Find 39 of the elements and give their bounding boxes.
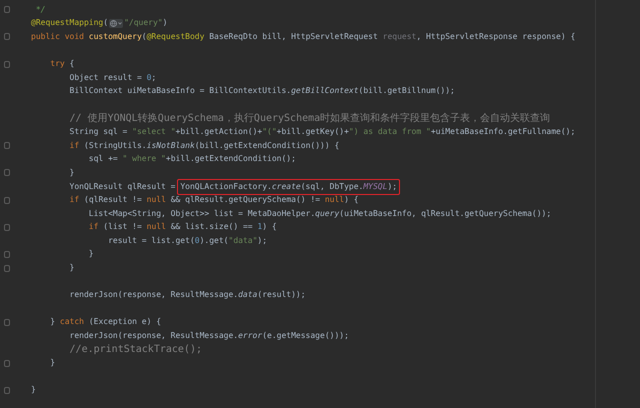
code-line: String sql = "select "+bill.getAction()+"("+bill.getKey()+") as data from "+uiMetaBaseInfo.getFullname(); bbox=[68, 126, 576, 138]
fold-icon[interactable] bbox=[4, 224, 10, 231]
globe-icon[interactable] bbox=[109, 18, 124, 28]
code-line: try { bbox=[49, 58, 74, 70]
highlight-box: YonQLActionFactory.create(sql, DbType.MYSQL); bbox=[177, 178, 400, 195]
code-line: renderJson(response, ResultMessage.error(e.getMessage())); bbox=[68, 330, 349, 342]
code-line: } bbox=[31, 384, 36, 396]
fold-icon[interactable] bbox=[4, 6, 10, 14]
fold-icon[interactable] bbox=[4, 142, 10, 150]
code-text: "/query") bbox=[124, 17, 168, 30]
code-line: public void customQuery(@RequestBody BaseReqDto bill, HttpServletRequest request, HttpServletResponse response) { bbox=[31, 30, 576, 43]
code-text: @RequestMapping( bbox=[31, 17, 108, 30]
code-line: */ bbox=[34, 4, 46, 16]
fold-icon[interactable] bbox=[4, 386, 10, 394]
code-line: } bbox=[68, 166, 74, 179]
code-text: YonQLResult qlResult = bbox=[68, 180, 176, 193]
fold-icon[interactable] bbox=[4, 33, 10, 40]
code-line: if (StringUtils.isNotBlank(bill.getExtendCondition())) { bbox=[68, 140, 340, 152]
code-line: } bbox=[68, 262, 74, 274]
code-line: if (list != null && list.size() == 1) { bbox=[88, 221, 277, 234]
code-line: renderJson(response, ResultMessage.data(result)); bbox=[68, 289, 306, 302]
fold-icon[interactable] bbox=[4, 360, 10, 367]
code-line: //e.printStackTrace(); bbox=[68, 344, 202, 356]
fold-icon[interactable] bbox=[4, 169, 10, 176]
code-line: } catch (Exception e) { bbox=[49, 316, 162, 328]
code-line: sql += " where "+bill.getExtendCondition(); bbox=[88, 153, 296, 166]
code-line: List<Map<String, Object>> list = MetaDaoHelper.query(uiMetaBaseInfo, qlResult.getQuerySchema()); bbox=[88, 208, 552, 220]
fold-icon[interactable] bbox=[4, 264, 10, 272]
fold-icon[interactable] bbox=[4, 196, 10, 204]
code-line: BillContext uiMetaBaseInfo = BillContextUtils.getBillContext(bill.getBillnum()); bbox=[68, 85, 455, 98]
fold-icon[interactable] bbox=[4, 250, 10, 258]
code-line: // 使用YONQL转换QuerySchema，执行QuerySchema时如果查询和条件字段里包含子表，会自动关联查询 bbox=[68, 112, 550, 125]
code-line: Object result = 0; bbox=[68, 72, 156, 84]
code-line: result = list.get(0).get("data"); bbox=[107, 234, 268, 247]
code-line: if (qlResult != null && qlResult.getQuerySchema() != null) { bbox=[68, 194, 359, 206]
fold-icon[interactable] bbox=[4, 318, 10, 326]
code-line: } bbox=[49, 357, 56, 370]
fold-icon[interactable] bbox=[4, 60, 10, 68]
code-line: } bbox=[88, 248, 94, 260]
